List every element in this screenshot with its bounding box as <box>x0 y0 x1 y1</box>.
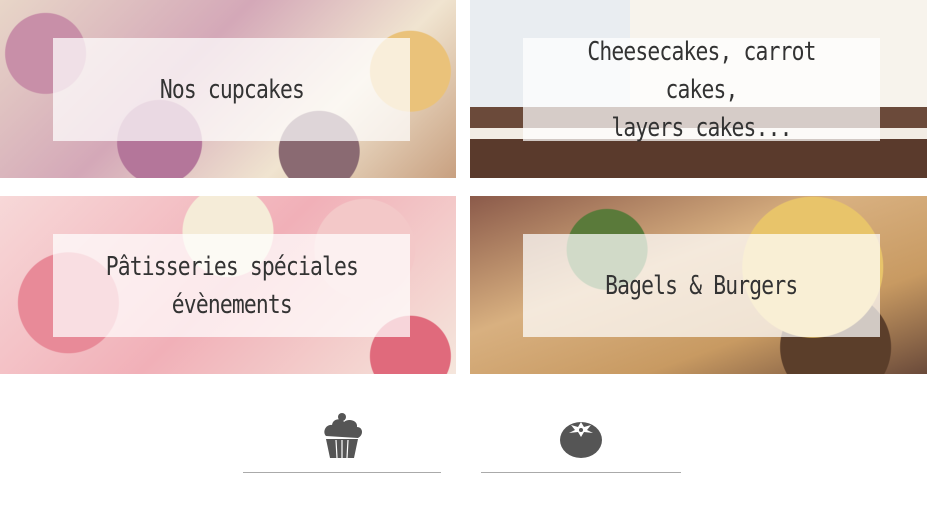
cupcake-link[interactable] <box>243 412 441 473</box>
tile-overlay: Nos cupcakes <box>53 38 410 141</box>
tile-cheesecakes[interactable]: Cheesecakes, carrot cakes, layers cakes.… <box>470 0 927 178</box>
tile-cupcakes[interactable]: Nos cupcakes <box>0 0 456 178</box>
tile-overlay: Cheesecakes, carrot cakes, layers cakes.… <box>523 37 880 143</box>
tile-evenements[interactable]: Pâtisseries spéciales évènements <box>0 196 456 374</box>
tile-overlay: Pâtisseries spéciales évènements <box>53 234 410 337</box>
tomato-icon <box>560 422 602 458</box>
tile-bagels-burgers[interactable]: Bagels & Burgers <box>470 196 927 374</box>
tile-label: Cheesecakes, carrot cakes, layers cakes.… <box>587 36 816 143</box>
cupcake-icon <box>324 413 363 459</box>
tile-overlay: Bagels & Burgers <box>523 234 880 337</box>
tile-label: Pâtisseries spéciales évènements <box>105 251 358 320</box>
divider <box>481 472 681 473</box>
tile-label: Bagels & Burgers <box>605 270 798 301</box>
tile-label: Nos cupcakes <box>159 74 304 105</box>
divider <box>243 472 441 473</box>
tomato-link[interactable] <box>481 412 681 473</box>
